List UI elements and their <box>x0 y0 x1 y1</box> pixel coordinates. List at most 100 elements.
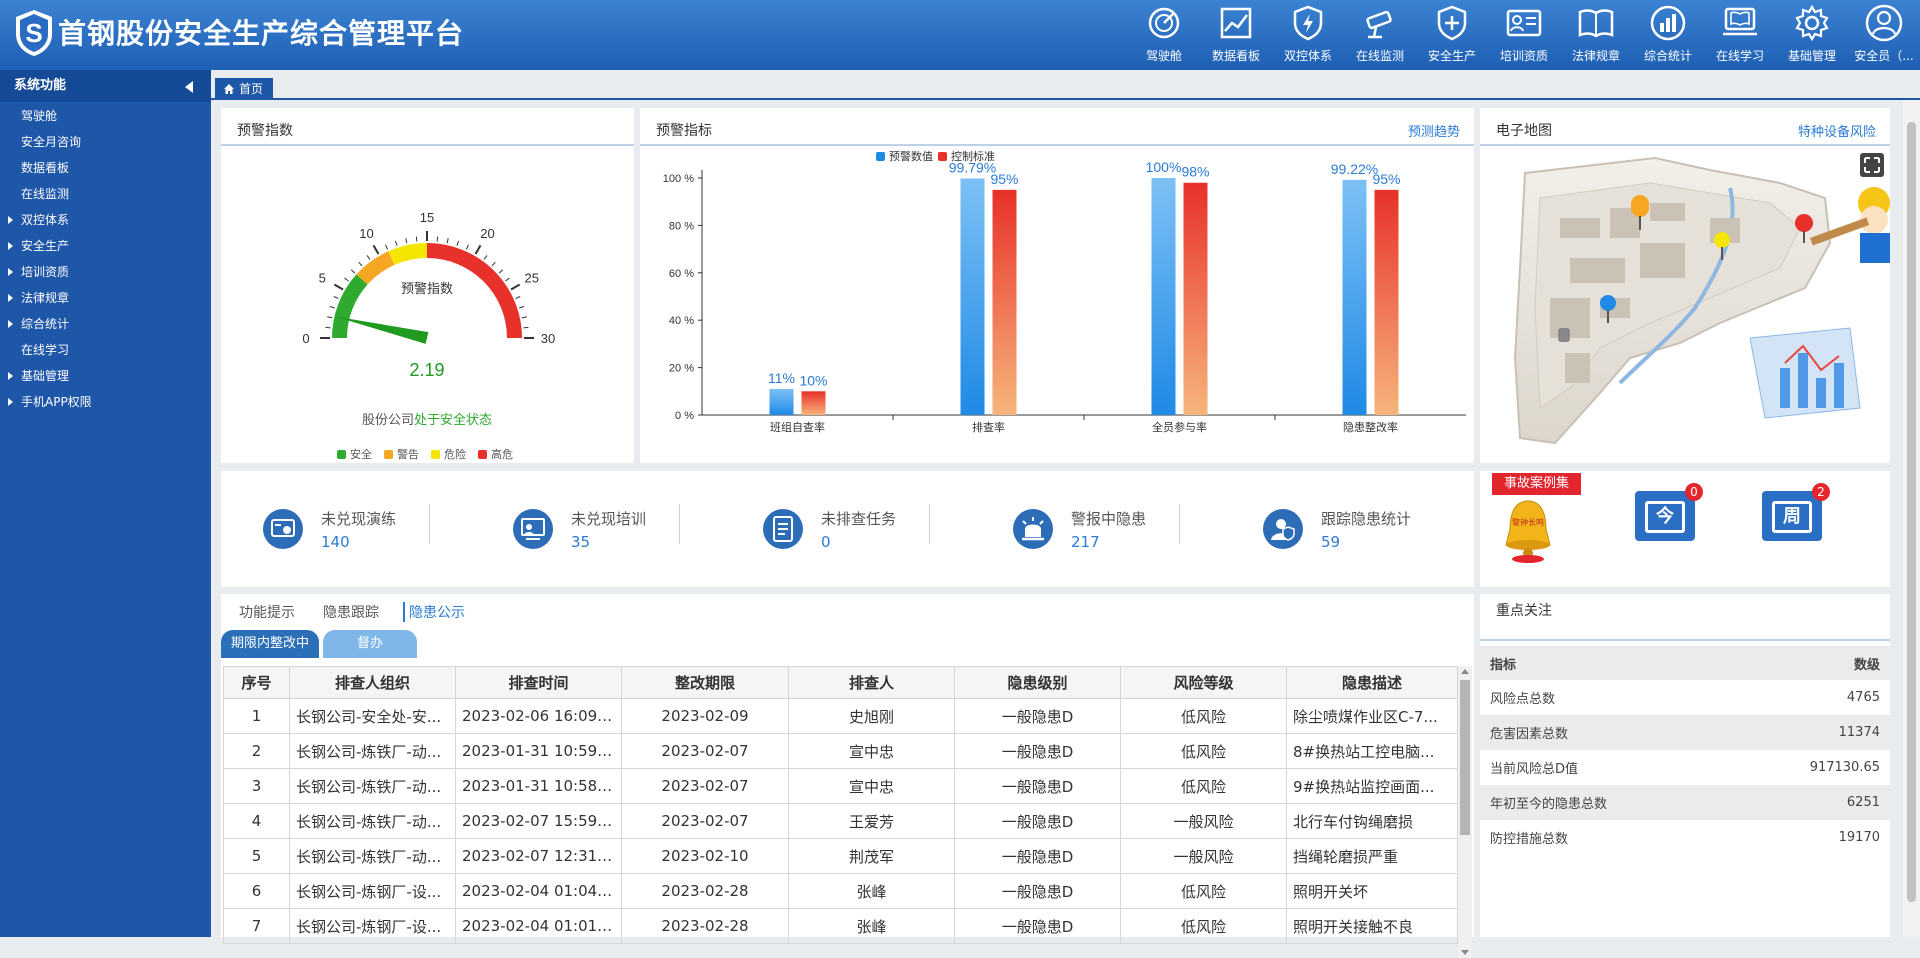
stat-item-0[interactable]: 未兑现演练 140 <box>263 471 396 587</box>
hazard-tab-2[interactable]: 隐患公示 <box>403 602 469 622</box>
gauge-tick <box>385 244 389 250</box>
supervise-button[interactable]: 督办 <box>323 630 418 658</box>
table-row[interactable]: 5 长钢公司-炼铁厂-动... 2023-02-07 12:31:... 2023-0… <box>223 838 1458 874</box>
sidebar-item-4[interactable]: 双控体系 <box>0 207 211 233</box>
page-scrollbar[interactable] <box>1903 100 1920 937</box>
collapse-left-icon[interactable] <box>185 81 193 93</box>
panel-divider <box>221 144 634 146</box>
stat-item-2[interactable]: 未排查任务 0 <box>763 471 896 587</box>
gauge-tick <box>474 244 482 255</box>
gauge-tick <box>327 316 333 319</box>
sidebar-item-0[interactable]: 驾驶舱 <box>0 103 211 129</box>
sidebar-item-9[interactable]: 在线学习 <box>0 337 211 363</box>
sidebar-item-label: 双控体系 <box>21 213 70 227</box>
table-cell: 2023-01-31 10:58:... <box>455 768 622 804</box>
book-icon <box>1578 9 1614 38</box>
table-row[interactable]: 6 长钢公司-炼钢厂-设... 2023-02-04 01:04:... 2023-0… <box>223 873 1458 909</box>
stat-item-1[interactable]: 未兑现培训 35 <box>513 471 646 587</box>
in-progress-button[interactable]: 期限内整改中 <box>221 630 320 658</box>
sidebar-item-1[interactable]: 安全月咨询 <box>0 129 211 155</box>
page-scroll-thumb[interactable] <box>1907 122 1916 902</box>
table-cell: 2023-02-04 01:04:... <box>455 873 622 909</box>
column-header[interactable]: 隐患描述 <box>1286 666 1458 699</box>
nav-item-9[interactable]: 基础管理 <box>1776 0 1848 70</box>
column-header[interactable]: 排查人组织 <box>289 666 456 699</box>
gauge-tick <box>325 326 331 329</box>
expand-arrow-icon <box>8 398 13 406</box>
nav-item-label: 培训资质 <box>1499 49 1548 63</box>
nav-item-5[interactable]: 培训资质 <box>1488 0 1560 70</box>
focus-row[interactable]: 危害因素总数 11374 <box>1480 715 1890 750</box>
gauge-tick <box>333 283 344 291</box>
tab-home[interactable]: 首页 <box>215 78 274 100</box>
table-cell: 除尘喷煤作业区C-7... <box>1286 698 1458 734</box>
table-cell: 长钢公司-炼钢厂-设... <box>289 873 456 909</box>
nav-item-10[interactable]: 安全员（... <box>1848 0 1920 70</box>
bar-data-label: 99.22% <box>1331 161 1378 177</box>
special-equipment-risk-link[interactable]: 特种设备风险 <box>1798 121 1876 140</box>
nav-item-4[interactable]: 安全生产 <box>1416 0 1488 70</box>
stat-item-4[interactable]: 跟踪隐患统计 59 <box>1263 471 1411 587</box>
stat-label: 未兑现演练 <box>321 509 397 528</box>
table-cell: 一般风险 <box>1120 803 1287 839</box>
table-scrollbar[interactable] <box>1458 666 1472 958</box>
nav-item-0[interactable]: 驾驶舱 <box>1128 0 1200 70</box>
sidebar-item-7[interactable]: 法律规章 <box>0 285 211 311</box>
table-scroll-thumb[interactable] <box>1460 680 1470 835</box>
sidebar-item-3[interactable]: 在线监测 <box>0 181 211 207</box>
gauge-tick <box>515 296 521 300</box>
sidebar-item-5[interactable]: 安全生产 <box>0 233 211 259</box>
week-cases-button[interactable]: 周 2 <box>1762 483 1830 543</box>
forecast-trend-link[interactable]: 预测趋势 <box>1408 121 1460 140</box>
focus-row[interactable]: 防控措施总数 19170 <box>1480 820 1890 855</box>
electronic-map[interactable] <box>1480 148 1890 463</box>
focus-row[interactable]: 年初至今的隐患总数 6251 <box>1480 785 1890 820</box>
sidebar-item-6[interactable]: 培训资质 <box>0 259 211 285</box>
sidebar: 系统功能 驾驶舱 安全月咨询 数据看板 在线监测 双控体系 安全生产 培训资质 法律规章 综合统… <box>0 70 211 937</box>
scroll-up-icon[interactable] <box>1461 669 1469 674</box>
nav-item-2[interactable]: 双控体系 <box>1272 0 1344 70</box>
column-header[interactable]: 排查人 <box>788 666 955 699</box>
nav-item-label: 在线学习 <box>1715 49 1764 63</box>
hazard-tab-1[interactable]: 隐患跟踪 <box>319 602 383 622</box>
table-cell: 低风险 <box>1120 873 1287 909</box>
table-cell: 低风险 <box>1120 908 1287 944</box>
focus-row-label: 年初至今的隐患总数 <box>1490 797 1608 812</box>
column-header[interactable]: 整改期限 <box>621 666 789 699</box>
nav-item-8[interactable]: 在线学习 <box>1704 0 1776 70</box>
column-header[interactable]: 风险等级 <box>1120 666 1287 699</box>
nav-item-6[interactable]: 法律规章 <box>1560 0 1632 70</box>
column-header[interactable]: 序号 <box>223 666 290 699</box>
sidebar-item-2[interactable]: 数据看板 <box>0 155 211 181</box>
focus-header-label: 指标 <box>1490 657 1517 673</box>
gauge-needle <box>334 316 429 344</box>
sidebar-item-label: 法律规章 <box>21 291 70 305</box>
focus-row[interactable]: 当前风险总D值 917130.65 <box>1480 750 1890 785</box>
table-row[interactable]: 3 长钢公司-炼铁厂-动... 2023-01-31 10:58:... 2023-0… <box>223 768 1458 804</box>
gauge-tick <box>344 277 349 282</box>
table-cell: 2023-02-04 01:01:... <box>455 908 622 944</box>
table-row[interactable]: 1 长钢公司-安全处-安... 2023-02-06 16:09:... 2023-0… <box>223 698 1458 734</box>
sidebar-item-8[interactable]: 综合统计 <box>0 311 211 337</box>
scroll-down-icon[interactable] <box>1461 950 1469 955</box>
table-row[interactable]: 4 长钢公司-炼铁厂-动... 2023-02-07 15:59:... 2023-0… <box>223 803 1458 839</box>
focus-row[interactable]: 风险点总数 4765 <box>1480 680 1890 715</box>
gauge-tick-label: 15 <box>420 210 434 225</box>
nav-item-3[interactable]: 在线监测 <box>1344 0 1416 70</box>
nav-item-1[interactable]: 数据看板 <box>1200 0 1272 70</box>
table-row[interactable]: 7 长钢公司-炼钢厂-设... 2023-02-04 01:01:... 2023-0… <box>223 908 1458 944</box>
nav-item-7[interactable]: 综合统计 <box>1632 0 1704 70</box>
ribbon-label: 事故案例集 <box>1504 476 1570 491</box>
stat-item-3[interactable]: 警报中隐患 217 <box>1013 471 1146 587</box>
table-cell: 一般隐患D <box>954 873 1121 909</box>
column-header[interactable]: 隐患级别 <box>954 666 1121 699</box>
warning-bell-icon[interactable]: 警钟长鸣 <box>1498 497 1558 567</box>
sidebar-item-10[interactable]: 基础管理 <box>0 363 211 389</box>
accident-cases-ribbon[interactable]: 事故案例集 <box>1492 473 1582 495</box>
table-row[interactable]: 2 长钢公司-炼铁厂-动... 2023-01-31 10:59:... 2023-0… <box>223 733 1458 769</box>
hazard-tab-0[interactable]: 功能提示 <box>235 602 299 622</box>
sidebar-item-11[interactable]: 手机APP权限 <box>0 389 211 415</box>
today-cases-button[interactable]: 今 0 <box>1635 483 1703 543</box>
column-header[interactable]: 排查时间 <box>455 666 622 699</box>
nav-item-label: 安全生产 <box>1427 49 1476 63</box>
